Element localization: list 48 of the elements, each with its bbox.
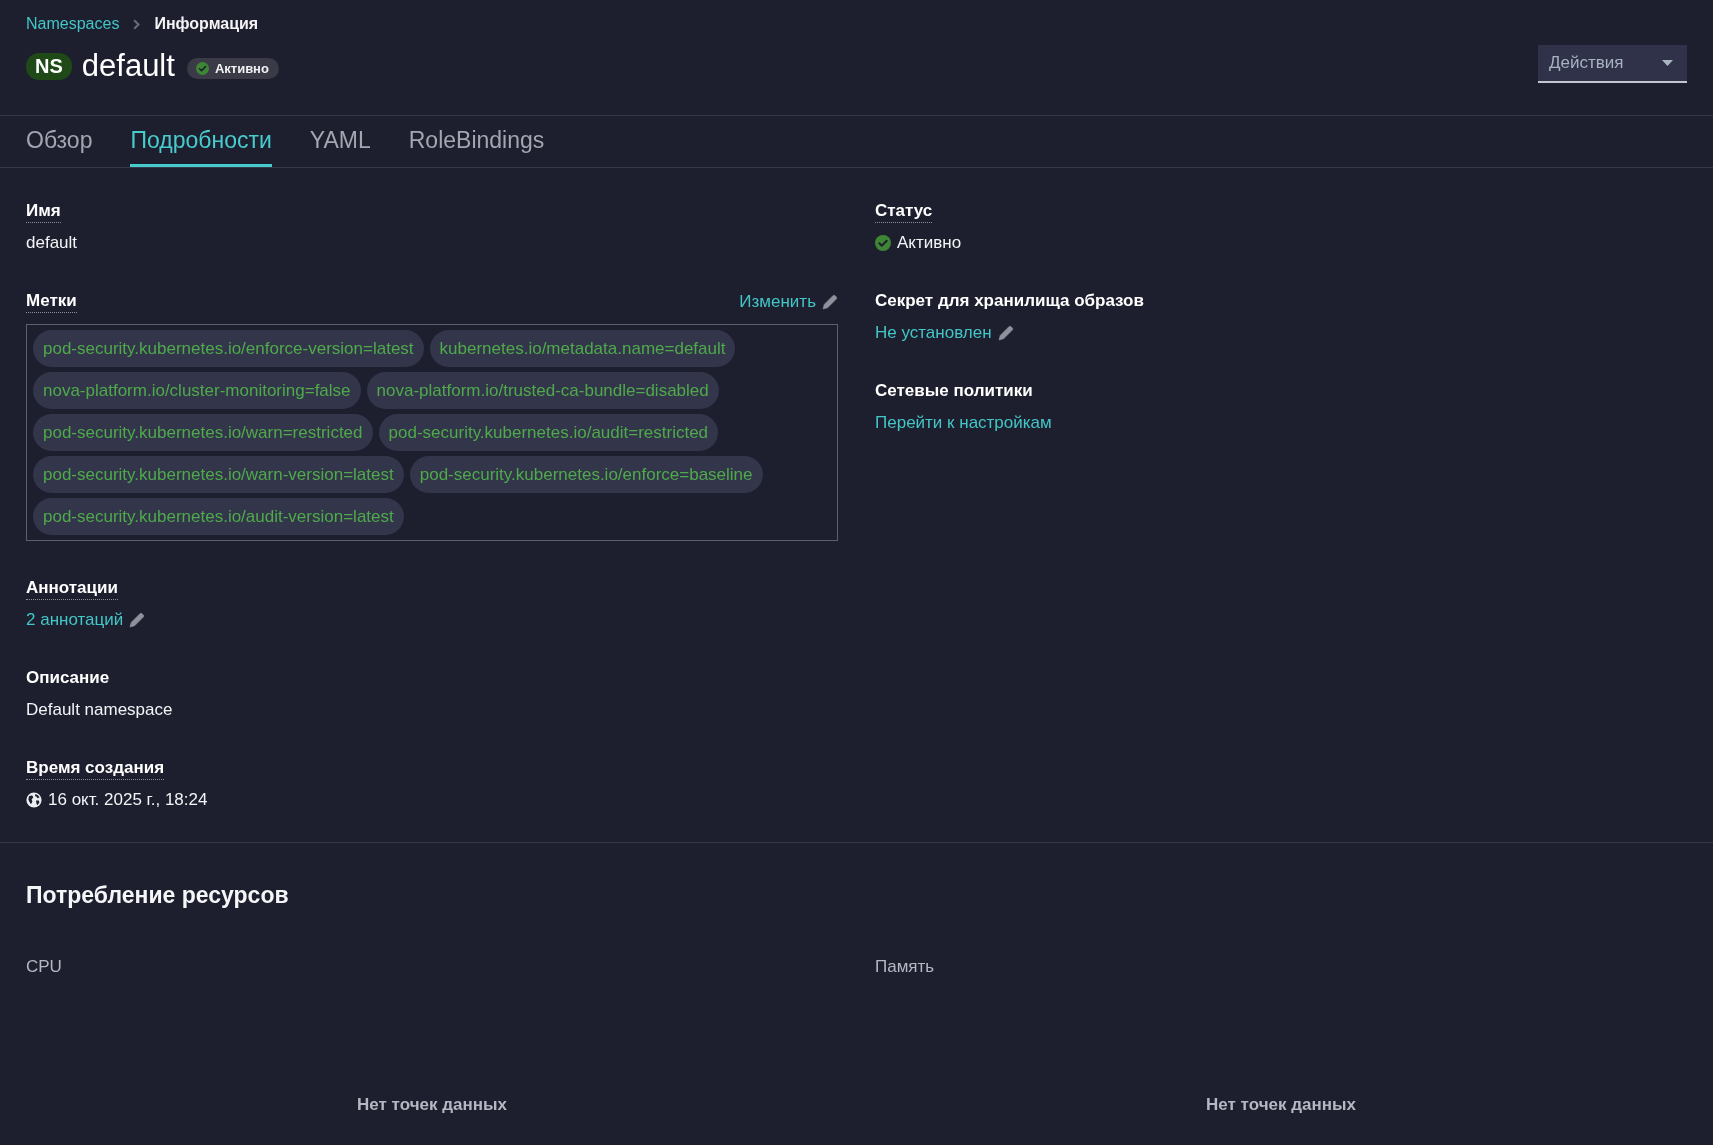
section-title: Потребление ресурсов <box>26 881 289 910</box>
field-label: Имя <box>26 201 61 223</box>
pencil-icon <box>822 294 838 310</box>
label-tag: kubernetes.io/metadata.name=default <box>429 330 736 367</box>
namespace-type-badge: NS <box>26 52 72 80</box>
field-link[interactable]: Не установлен <box>875 322 1014 344</box>
field-value: default <box>26 232 78 254</box>
chart-title: CPU <box>26 957 62 977</box>
field-link[interactable]: Перейти к настройкам <box>875 412 1052 434</box>
page-title: default <box>81 47 175 85</box>
globe-icon <box>26 792 42 808</box>
field-value: Default namespace <box>26 699 173 721</box>
label-tag: nova-platform.io/cluster-monitoring=false <box>33 372 361 409</box>
pencil-icon <box>129 612 146 628</box>
tab[interactable]: Подробности <box>130 116 272 167</box>
field-label: Секрет для хранилища образов <box>875 291 1144 312</box>
breadcrumb-link[interactable]: Namespaces <box>26 14 120 34</box>
check-circle-icon <box>875 235 891 251</box>
label-tag: pod-security.kubernetes.io/enforce-version=latest <box>33 330 424 367</box>
field-link[interactable]: 2 аннотаций <box>26 609 146 631</box>
timestamp: 16 окт. 2025 г., 18:24 <box>48 789 208 811</box>
pencil-icon <box>997 325 1014 341</box>
tab[interactable]: Обзор <box>26 116 93 167</box>
breadcrumb-current: Информация <box>154 14 259 34</box>
check-circle-icon <box>195 61 209 75</box>
field-label: Описание <box>26 668 110 689</box>
label-tag: pod-security.kubernetes.io/warn=restricted <box>33 414 373 451</box>
status-text: Активно <box>897 232 962 254</box>
label-tag: nova-platform.io/trusted-ca-bundle=disabled <box>366 372 719 409</box>
edit-labels-link[interactable]: Изменить <box>739 291 838 313</box>
label-tag: pod-security.kubernetes.io/audit-version=latest <box>33 498 404 535</box>
tab[interactable]: YAML <box>309 116 371 167</box>
empty-chart-message: Нет точек данных <box>1206 1094 1356 1116</box>
label-tag: pod-security.kubernetes.io/enforce=baseline <box>409 456 763 493</box>
empty-chart-message: Нет точек данных <box>357 1094 507 1116</box>
tab[interactable]: RoleBindings <box>408 116 545 167</box>
caret-icon <box>1662 60 1673 66</box>
chevron-right-icon <box>133 18 141 30</box>
field-label: Сетевые политики <box>875 381 1033 402</box>
field-label: Статус <box>875 201 933 223</box>
status-badge-label: Активно <box>214 60 269 76</box>
field-label: Аннотации <box>26 578 118 600</box>
label-tag: pod-security.kubernetes.io/audit=restricted <box>378 414 719 451</box>
field-label: Время создания <box>26 758 165 780</box>
chart-title: Память <box>875 957 935 977</box>
actions-dropdown-button[interactable]: Действия <box>1538 45 1687 83</box>
field-label: Метки <box>26 291 77 313</box>
label-tag: pod-security.kubernetes.io/warn-version=latest <box>33 456 404 493</box>
